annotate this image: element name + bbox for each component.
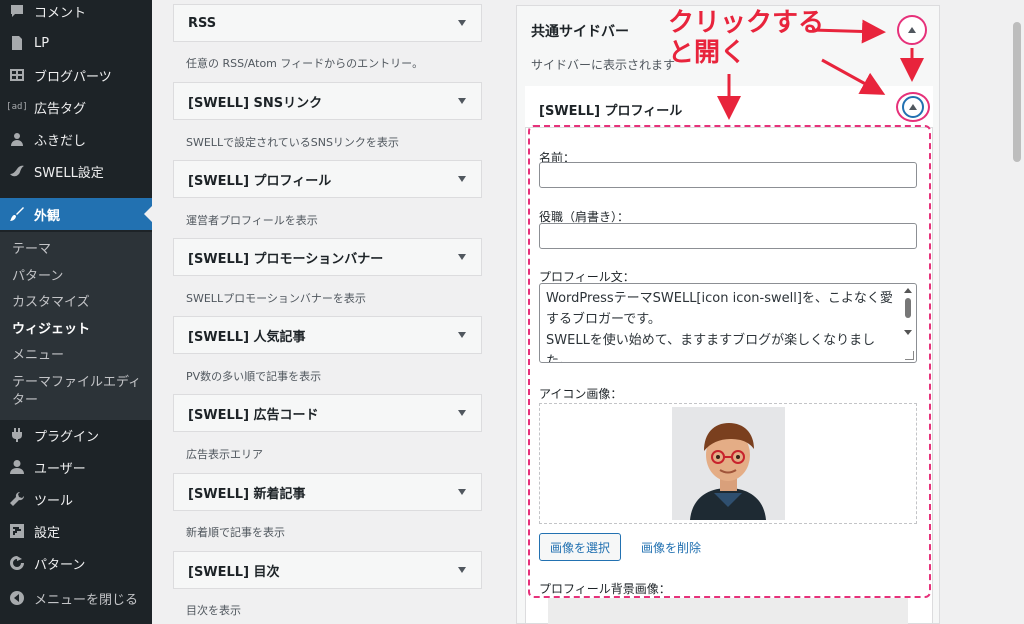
arrow-icon	[811, 19, 886, 44]
annotation-arrows	[717, 19, 924, 120]
arrow-icon	[821, 58, 886, 95]
page-scrollbar[interactable]	[1010, 0, 1024, 624]
